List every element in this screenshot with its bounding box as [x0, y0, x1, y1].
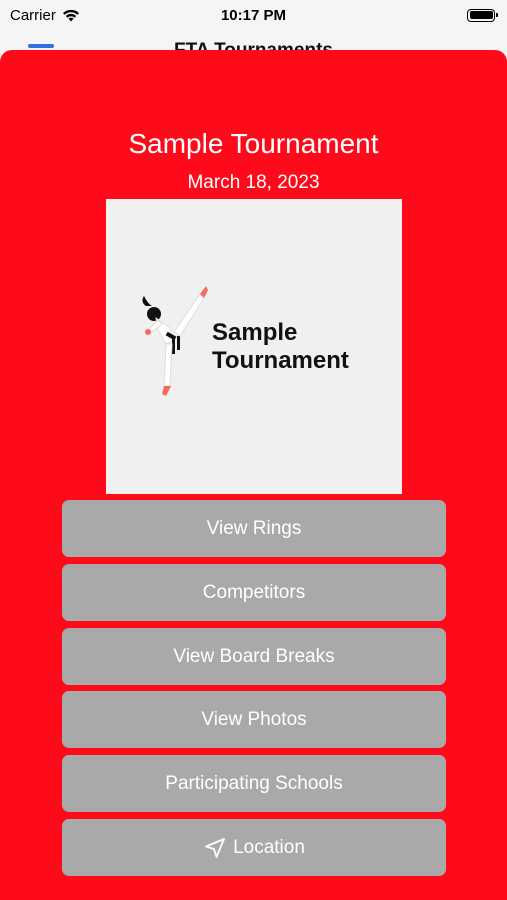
location-label: Location	[233, 836, 305, 858]
location-arrow-icon	[205, 837, 225, 858]
participating-schools-label: Participating Schools	[165, 772, 343, 794]
tournament-sheet: Sample Tournament March 18, 2023 Sample …	[0, 50, 507, 900]
battery-icon	[467, 8, 498, 22]
logo-text-line1: Sample	[212, 319, 298, 346]
view-photos-label: View Photos	[201, 708, 307, 730]
participating-schools-button[interactable]: Participating Schools	[62, 755, 446, 812]
view-rings-label: View Rings	[206, 517, 302, 539]
karateka-kick-icon	[142, 286, 208, 396]
status-time: 10:17 PM	[220, 6, 287, 24]
view-photos-button[interactable]: View Photos	[62, 691, 446, 748]
tournament-date: March 18, 2023	[187, 172, 320, 193]
tournament-title: Sample Tournament	[128, 128, 379, 159]
view-rings-button[interactable]: View Rings	[62, 500, 446, 557]
competitors-label: Competitors	[202, 581, 306, 603]
logo-text: Sample Tournament	[212, 319, 349, 375]
view-board-breaks-button[interactable]: View Board Breaks	[62, 628, 446, 685]
screen: Carrier 10:17 PM FTA Tournaments Sample …	[0, 0, 507, 900]
battery-level	[469, 11, 493, 19]
tournament-logo: Sample Tournament	[106, 199, 402, 494]
status-bar: Carrier 10:17 PM	[0, 0, 507, 30]
location-button[interactable]: Location	[62, 819, 446, 876]
competitors-button[interactable]: Competitors	[62, 564, 446, 621]
logo-text-line2: Tournament	[212, 347, 349, 374]
view-board-breaks-label: View Board Breaks	[173, 645, 335, 667]
